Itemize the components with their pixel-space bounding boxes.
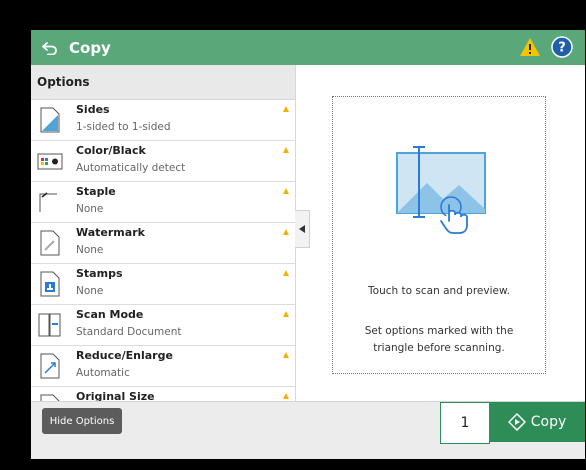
copy-button-label: Copy xyxy=(530,414,567,430)
option-value: Automatically detect xyxy=(76,162,186,174)
triangle-marker-icon xyxy=(283,352,289,358)
option-label: Original Size xyxy=(76,390,155,401)
option-reduce-enlarge[interactable]: Reduce/Enlarge Automatic xyxy=(31,346,295,387)
scan-mode-icon xyxy=(37,311,63,339)
scan-preview-area[interactable]: Touch to scan and preview. Set options m… xyxy=(332,96,546,374)
help-icon[interactable]: ? xyxy=(551,36,573,58)
option-sides[interactable]: Sides 1-sided to 1-sided xyxy=(31,100,295,141)
touch-scan-icon xyxy=(395,145,487,239)
svg-text:?: ? xyxy=(558,41,566,56)
watermark-icon xyxy=(37,229,63,257)
original-size-icon xyxy=(37,393,63,401)
copy-screen: Copy ? Options Sides 1-sided to 1-sided … xyxy=(31,30,585,459)
triangle-marker-icon xyxy=(283,229,289,235)
options-header: Options xyxy=(31,65,295,100)
options-panel[interactable]: Options Sides 1-sided to 1-sided Color/B… xyxy=(31,65,296,401)
option-value: Automatic xyxy=(76,367,130,379)
bottom-bar: Hide Options 1 Copy xyxy=(31,401,585,459)
option-label: Staple xyxy=(76,185,116,198)
stamps-icon xyxy=(37,270,63,298)
copy-button[interactable]: Copy xyxy=(489,402,585,442)
option-original-size[interactable]: Original Size xyxy=(31,387,295,401)
option-value: 1-sided to 1-sided xyxy=(76,121,171,133)
option-value: None xyxy=(76,285,104,297)
triangle-marker-icon xyxy=(283,311,289,317)
triangle-marker-icon xyxy=(283,147,289,153)
option-value: Standard Document xyxy=(76,326,182,338)
start-copy-icon xyxy=(507,413,526,431)
sides-icon xyxy=(37,106,63,134)
option-scan-mode[interactable]: Scan Mode Standard Document xyxy=(31,305,295,346)
option-value: None xyxy=(76,203,104,215)
triangle-marker-icon xyxy=(283,106,289,112)
back-arrow-icon[interactable] xyxy=(39,37,61,59)
option-color-black[interactable]: Color/Black Automatically detect xyxy=(31,141,295,182)
color-icon xyxy=(37,147,63,175)
option-staple[interactable]: Staple None xyxy=(31,182,295,223)
collapse-panel-button[interactable] xyxy=(295,210,310,248)
option-label: Sides xyxy=(76,103,110,116)
option-value: None xyxy=(76,244,104,256)
triangle-marker-icon xyxy=(283,188,289,194)
option-watermark[interactable]: Watermark None xyxy=(31,223,295,264)
title-bar: Copy ? xyxy=(31,30,585,65)
preview-note: Set options marked with the triangle bef… xyxy=(364,325,514,354)
page-title: Copy xyxy=(69,38,111,57)
preview-instruction: Touch to scan and preview. xyxy=(368,285,510,297)
chevron-left-icon xyxy=(299,225,305,233)
option-stamps[interactable]: Stamps None xyxy=(31,264,295,305)
copies-count-field[interactable]: 1 xyxy=(440,402,490,444)
option-label: Color/Black xyxy=(76,144,146,157)
option-label: Scan Mode xyxy=(76,308,144,321)
option-label: Watermark xyxy=(76,226,145,239)
staple-icon xyxy=(37,188,63,216)
triangle-marker-icon xyxy=(283,270,289,276)
warning-icon[interactable] xyxy=(519,37,541,57)
option-label: Stamps xyxy=(76,267,123,280)
reduce-enlarge-icon xyxy=(37,352,63,380)
hide-options-button[interactable]: Hide Options xyxy=(42,408,122,434)
triangle-marker-icon xyxy=(283,393,289,399)
option-label: Reduce/Enlarge xyxy=(76,349,173,362)
